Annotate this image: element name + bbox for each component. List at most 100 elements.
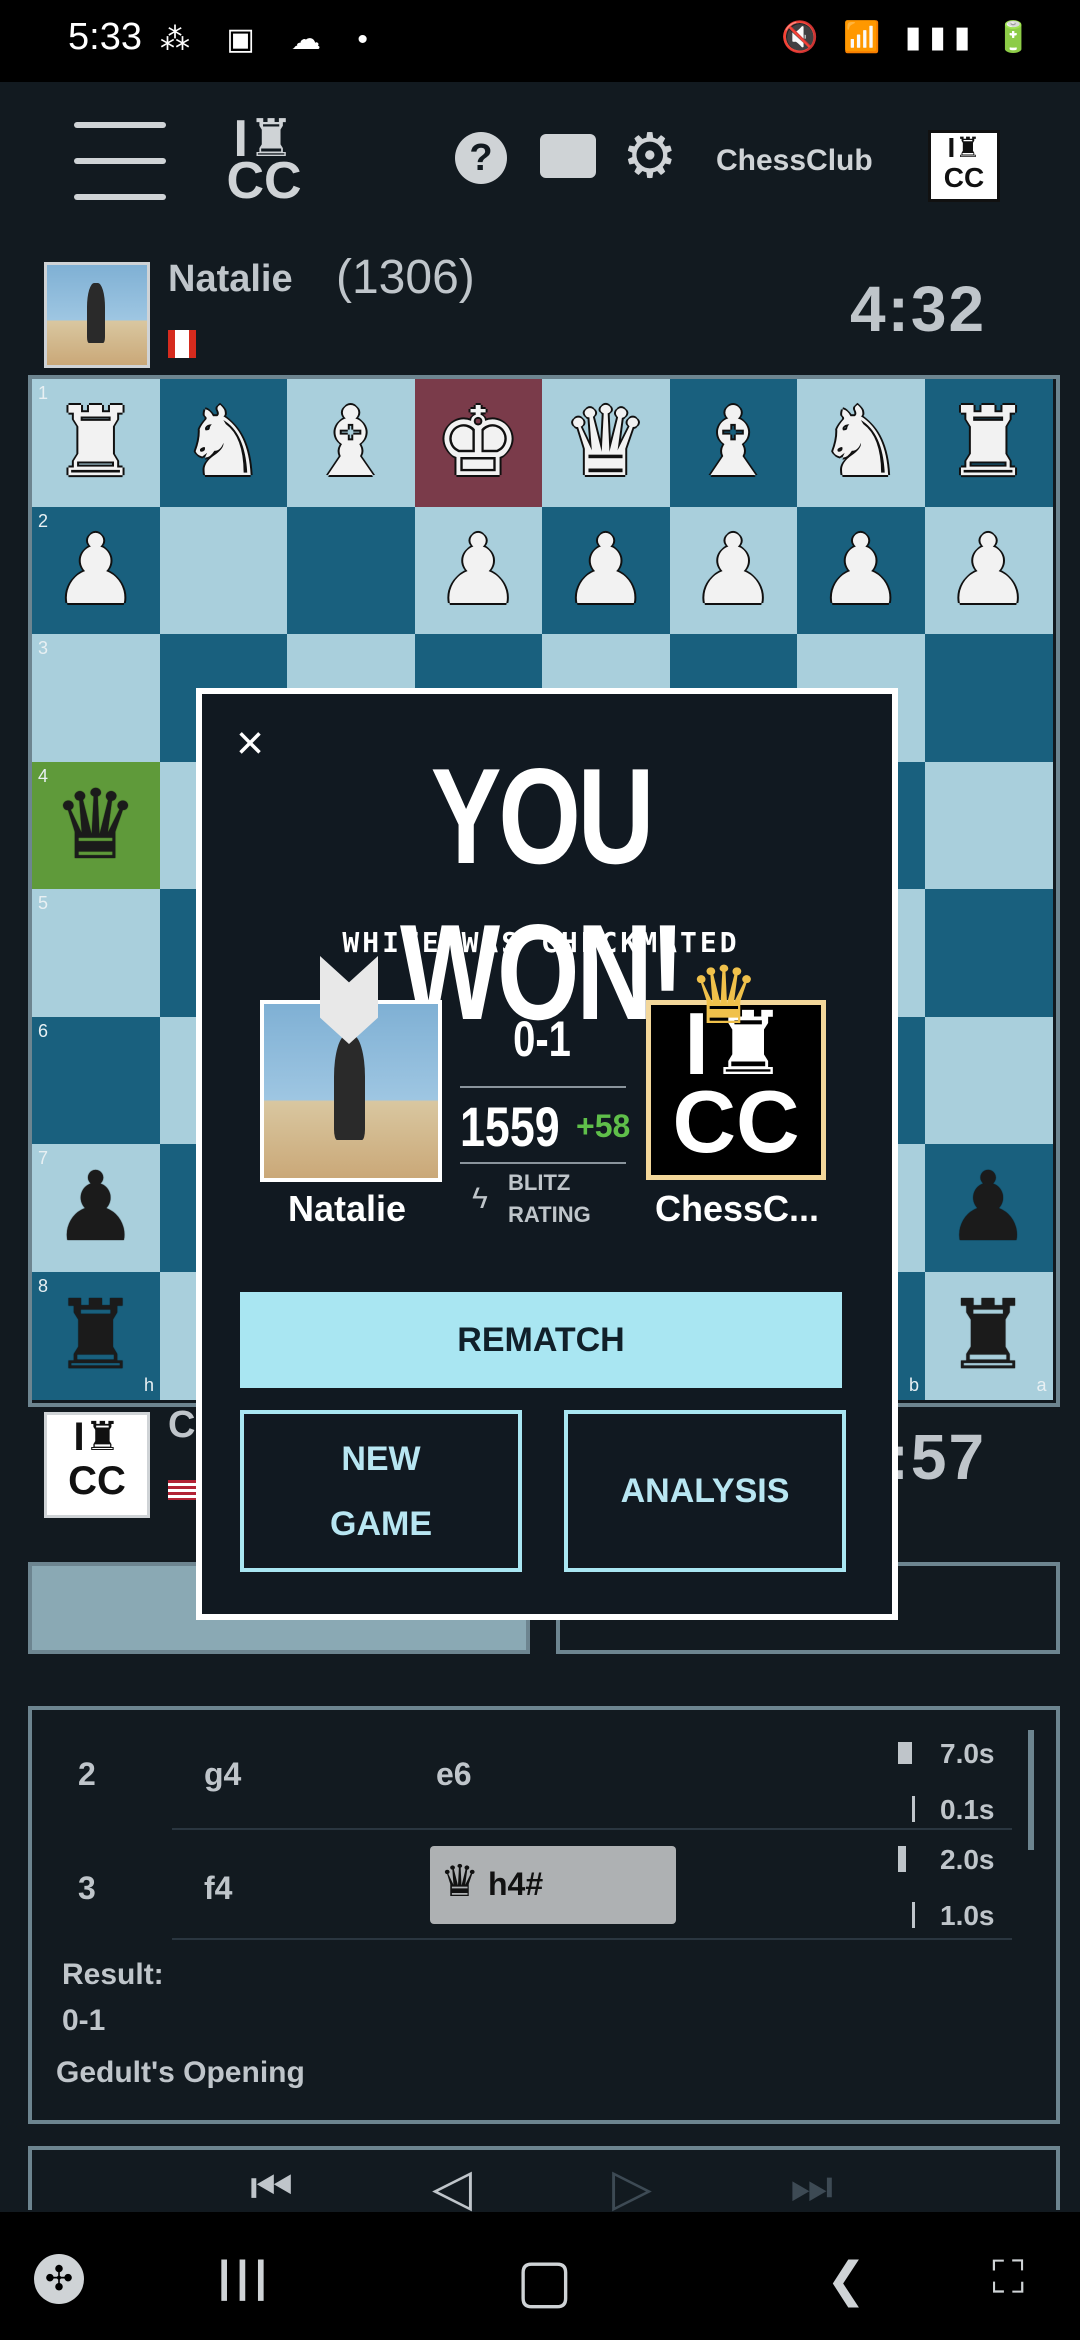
help-icon[interactable]: ? [455, 132, 507, 184]
board-square[interactable] [924, 634, 1053, 762]
brand-name[interactable]: ChessClub [716, 144, 873, 178]
white-rook-icon[interactable]: ♜ [925, 379, 1052, 506]
result-value: 0-1 [62, 2004, 106, 2037]
white-move[interactable]: f4 [204, 1870, 232, 1907]
white-pawn-icon[interactable]: ♟ [542, 507, 669, 634]
top-player-name: Natalie [168, 258, 293, 300]
board-square[interactable]: ♟ [924, 1144, 1053, 1272]
new-game-label-line2: GAME [330, 1505, 432, 1543]
white-bishop-icon[interactable]: ♝ [670, 379, 797, 506]
board-square[interactable]: ♛ [542, 379, 670, 507]
move-time: 7.0s [940, 1738, 995, 1769]
white-pawn-icon[interactable]: ♟ [925, 507, 1052, 634]
next-move-icon[interactable]: ▷ [612, 2158, 652, 2218]
result-subtitle: WHITE WAS CHECKMATED [342, 926, 740, 959]
move-navigation: ⏮ ◁ ▷ ⏭ [28, 2146, 1060, 2217]
board-square[interactable]: ♜ a [924, 1271, 1053, 1400]
board-square[interactable]: ♞ [797, 379, 925, 507]
white-move[interactable]: g4 [204, 1756, 241, 1793]
move-time: 0.1s [940, 1794, 995, 1825]
opponent-logo-icon[interactable]: I♜ CC [928, 130, 1000, 202]
recents-icon[interactable]: ||| [218, 2252, 273, 2302]
scrollbar[interactable] [1028, 1730, 1034, 1850]
black-pawn-icon[interactable]: ♟ [32, 1144, 159, 1271]
bottom-player-avatar[interactable]: I♜ CC [44, 1412, 150, 1518]
white-pawn-icon[interactable]: ♟ [32, 507, 159, 634]
settings-gear-icon[interactable]: ⚙ [622, 126, 678, 188]
back-icon[interactable]: ❮ [826, 2252, 866, 2308]
previous-move-icon[interactable]: ◁ [432, 2158, 472, 2218]
selected-move-highlight[interactable]: ♛ h4# [430, 1846, 676, 1924]
chessclub-logo[interactable]: I♜ CC [216, 113, 312, 208]
board-square[interactable]: 5 [32, 889, 160, 1017]
time-bar-icon [912, 1902, 915, 1928]
new-game-button[interactable]: NEW GAME [240, 1410, 522, 1572]
crown-icon: ♛ [688, 951, 760, 1040]
file-label: h [143, 1374, 154, 1395]
result-label: Result: [62, 1958, 164, 1991]
move-time: 1.0s [940, 1900, 995, 1931]
white-queen-icon[interactable]: ♛ [542, 379, 669, 506]
white-pawn-icon[interactable]: ♟ [415, 507, 542, 634]
white-pawn-icon[interactable]: ♟ [670, 507, 797, 634]
board-square[interactable] [924, 889, 1053, 1017]
white-king-icon[interactable]: ♚ [415, 379, 542, 506]
board-square[interactable] [159, 506, 288, 635]
rating-type-line1: BLITZ [508, 1170, 571, 1195]
board-square[interactable]: ♟ [924, 506, 1053, 635]
white-knight-icon[interactable]: ♞ [160, 379, 287, 506]
board-square[interactable] [287, 506, 415, 635]
file-label: b [908, 1374, 919, 1395]
board-square[interactable]: ♝ [669, 379, 798, 507]
first-move-icon[interactable]: ⏮ [250, 2160, 293, 2216]
board-square[interactable]: ♟ [414, 506, 543, 635]
board-square[interactable]: ♛ 4 [32, 761, 160, 890]
chat-icon[interactable] [540, 134, 596, 178]
board-square[interactable] [924, 761, 1053, 890]
board-square[interactable]: ♞ [159, 379, 288, 507]
board-square[interactable]: 6 [32, 1016, 160, 1145]
logo-top-glyph: I♜ [947, 132, 981, 163]
move-row: 3 f4 ♛ h4# 2.0s 1.0s [32, 1832, 1032, 1942]
board-square[interactable]: ♜ [924, 379, 1053, 507]
menu-icon[interactable] [74, 122, 166, 202]
row-divider [172, 1828, 1012, 1830]
rank-label: 4 [38, 765, 49, 786]
white-bishop-icon[interactable]: ♝ [287, 379, 414, 506]
white-rook-icon[interactable]: ♜ [32, 379, 159, 506]
white-knight-icon[interactable]: ♞ [797, 379, 924, 506]
black-queen-icon: ♛ [440, 1857, 480, 1906]
rank-label: 2 [38, 510, 49, 531]
board-square[interactable]: ♟ 7 [32, 1144, 160, 1272]
game-launcher-icon[interactable]: ✣ [34, 2254, 84, 2304]
analysis-button[interactable]: ANALYSIS [564, 1410, 846, 1572]
board-square[interactable] [924, 1016, 1053, 1145]
black-move[interactable]: e6 [436, 1756, 472, 1793]
logo-bottom-text: CC [68, 1459, 126, 1503]
last-move-icon[interactable]: ⏭ [790, 2160, 833, 2216]
status-bar: 5:33 ⁂ ▣ ☁ • 🔇 📶 ▮▮▮ 🔋 [0, 0, 1080, 82]
board-square[interactable]: ♜ 8 h [32, 1271, 160, 1400]
accessibility-icon[interactable]: ⛶ [992, 2250, 1024, 2306]
board-square[interactable]: ♝ [287, 379, 415, 507]
board-square[interactable]: ♟ [542, 506, 670, 635]
white-pawn-icon[interactable]: ♟ [797, 507, 924, 634]
black-queen-icon[interactable]: ♛ [32, 762, 159, 889]
black-rook-icon[interactable]: ♜ [925, 1272, 1052, 1399]
home-icon[interactable]: ▢ [516, 2246, 573, 2316]
rematch-button[interactable]: REMATCH [240, 1292, 842, 1388]
board-square[interactable]: ♚ [414, 379, 543, 507]
top-player-avatar[interactable] [44, 262, 150, 368]
black-pawn-icon[interactable]: ♟ [925, 1144, 1052, 1271]
canada-flag-icon [168, 330, 196, 358]
move-list[interactable]: 2 g4 e6 7.0s 0.1s 3 f4 ♛ h4# 2.0s 1.0s R… [28, 1706, 1060, 2124]
board-square[interactable]: 3 [32, 634, 160, 762]
close-icon[interactable]: × [236, 716, 264, 771]
board-square[interactable]: ♜ 1 [32, 379, 160, 507]
logo-bottom-text: CC [943, 162, 985, 193]
board-square[interactable]: ♟ 2 [32, 506, 160, 635]
board-square[interactable]: ♟ [669, 506, 798, 635]
android-navigation-bar: ✣ ||| ▢ ❮ ⛶ [0, 2212, 1080, 2340]
black-rook-icon[interactable]: ♜ [32, 1272, 159, 1399]
board-square[interactable]: ♟ [797, 506, 925, 635]
